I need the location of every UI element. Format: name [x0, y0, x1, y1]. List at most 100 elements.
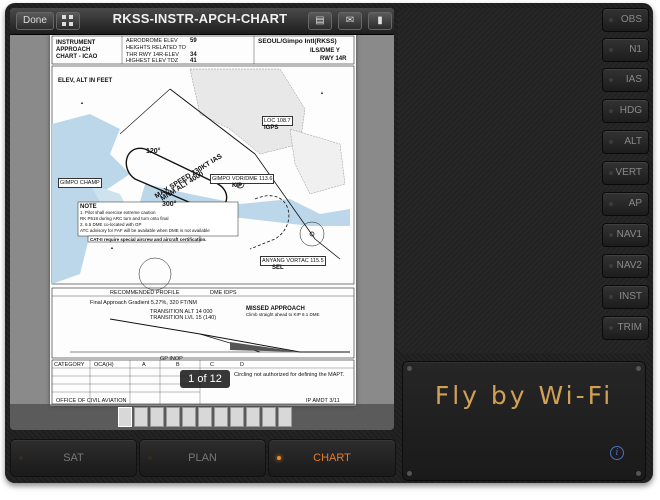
ap-button[interactable]: AP: [602, 192, 649, 216]
button-label: AP: [628, 198, 642, 209]
grid-icon: [62, 15, 66, 19]
viewer-toolbar: Done RKSS-INSTR-APCH-CHART ▤ ✉ ▮: [10, 8, 394, 35]
printer-icon: ▤: [315, 15, 325, 26]
grid-view-button[interactable]: [56, 12, 80, 30]
page-thumbnail[interactable]: [262, 407, 276, 427]
button-label: IAS: [625, 74, 642, 85]
tdz-elev-label: HIGHEST ELEV TDZ: [126, 58, 179, 64]
loc-ident: IGPS: [264, 125, 279, 131]
inst-button[interactable]: INST: [602, 285, 649, 309]
note-line-4: ATC advisory for FAF will be available w…: [80, 228, 210, 233]
anyang-vortac-ident: SEL: [272, 265, 284, 271]
category-header: CATEGORY: [54, 362, 85, 368]
button-led: [609, 171, 613, 175]
tab-plan[interactable]: PLAN: [139, 439, 266, 477]
info-icon[interactable]: i: [610, 446, 624, 460]
logo-panel: Fly by Wi-Fi: [402, 361, 646, 481]
circling-note: Circling not authorized for defining the…: [234, 372, 345, 378]
tab-chart[interactable]: CHART: [268, 439, 396, 477]
grid-icon-cell: [69, 15, 73, 19]
button-label: HDG: [619, 105, 642, 116]
aerodrome-elev-value: 59: [190, 38, 197, 44]
aerodrome-elev-label: AERODROME ELEV: [126, 38, 178, 44]
button-led: [609, 18, 613, 22]
grid-icon-cell: [62, 22, 66, 26]
screw-icon: [407, 366, 412, 371]
button-led: [609, 295, 613, 299]
page-thumbnail[interactable]: [134, 407, 148, 427]
thumbnail-strip[interactable]: [10, 404, 394, 430]
app-logo: Fly by Wi-Fi: [434, 381, 614, 410]
page-thumbnail[interactable]: [230, 407, 244, 427]
header-left-3: CHART - ICAO: [56, 54, 98, 60]
final-gradient-label: Final Approach Gradient 5.27%, 320 FT/NM: [90, 300, 197, 306]
trim-button[interactable]: TRIM: [602, 316, 649, 340]
cat-c-header: C: [210, 362, 214, 368]
champ-fix-label: GIMPO CHAMP: [58, 178, 102, 188]
mail-button[interactable]: ✉: [338, 12, 362, 30]
button-led: [609, 202, 613, 206]
chart-page[interactable]: ▲ ▲ ▲ ▲: [50, 30, 356, 406]
cat-a-header: A: [142, 362, 146, 368]
nav2-button[interactable]: NAV2: [602, 254, 649, 278]
button-label: N1: [629, 44, 642, 55]
bookmark-icon: ▮: [377, 15, 383, 26]
button-label: NAV1: [616, 229, 642, 240]
hdg-button[interactable]: HDG: [602, 99, 649, 123]
page-thumbnail[interactable]: [198, 407, 212, 427]
button-led: [609, 140, 613, 144]
done-button[interactable]: Done: [16, 12, 54, 30]
page-thumbnail[interactable]: [166, 407, 180, 427]
tab-label: PLAN: [188, 452, 217, 464]
screw-icon: [407, 471, 412, 476]
button-led: [609, 233, 613, 237]
grid-icon-cell: [69, 22, 73, 26]
screw-icon: [636, 366, 641, 371]
button-led: [609, 78, 613, 82]
holding-inbound-course: 120°: [146, 148, 161, 155]
aerodrome-name: SEOUL/Gimpo Intl(RKSS): [258, 38, 337, 45]
procedure-name: ILS/DME Y: [310, 48, 340, 54]
runway-name: RWY 14R: [320, 56, 347, 62]
gimpo-vor-ident: KIP: [232, 183, 243, 189]
bookmark-button[interactable]: ▮: [368, 12, 392, 30]
screw-icon: [636, 471, 641, 476]
n1-button[interactable]: N1: [602, 38, 649, 62]
vert-button[interactable]: VERT: [602, 161, 649, 185]
tab-label: SAT: [63, 452, 84, 464]
note-cat-ii: CAT-II require special aircrew and aircr…: [90, 237, 207, 242]
button-label: ALT: [624, 136, 642, 147]
button-led: [609, 109, 613, 113]
nav1-button[interactable]: NAV1: [602, 223, 649, 247]
dme-idps-label: DME IDPS: [210, 290, 237, 296]
page-thumbnail[interactable]: [118, 407, 132, 427]
header-left-2: APPROACH: [56, 47, 91, 53]
page-thumbnail[interactable]: [278, 407, 292, 427]
alt-button[interactable]: ALT: [602, 130, 649, 154]
svg-text:▲: ▲: [110, 245, 114, 250]
ias-button[interactable]: IAS: [602, 68, 649, 92]
envelope-icon: ✉: [345, 15, 355, 26]
tab-sat[interactable]: SAT: [10, 439, 137, 477]
button-led: [609, 264, 613, 268]
button-label: NAV2: [616, 260, 642, 271]
oca-header: OCA(H): [94, 362, 114, 368]
button-label: INST: [619, 291, 642, 302]
obs-button[interactable]: OBS: [602, 8, 649, 32]
cat-d-header: D: [240, 362, 244, 368]
button-label: TRIM: [617, 322, 642, 333]
page-thumbnail[interactable]: [150, 407, 164, 427]
page-thumbnail[interactable]: [214, 407, 228, 427]
device-frame: ▲ ▲ ▲ ▲: [5, 3, 653, 483]
chart-viewer[interactable]: ▲ ▲ ▲ ▲: [10, 8, 394, 430]
page-thumbnail[interactable]: [182, 407, 196, 427]
tab-label: CHART: [313, 452, 351, 464]
gimpo-vor-label: GIMPO VOR/DME 113.6: [210, 174, 275, 184]
holding-outbound-course: 300°: [162, 201, 177, 208]
button-label: VERT: [615, 167, 643, 178]
tdz-elev-value: 41: [190, 58, 197, 64]
page-thumbnail[interactable]: [246, 407, 260, 427]
button-label: OBS: [620, 14, 642, 25]
svg-text:▲: ▲: [80, 100, 84, 105]
print-button[interactable]: ▤: [308, 12, 332, 30]
